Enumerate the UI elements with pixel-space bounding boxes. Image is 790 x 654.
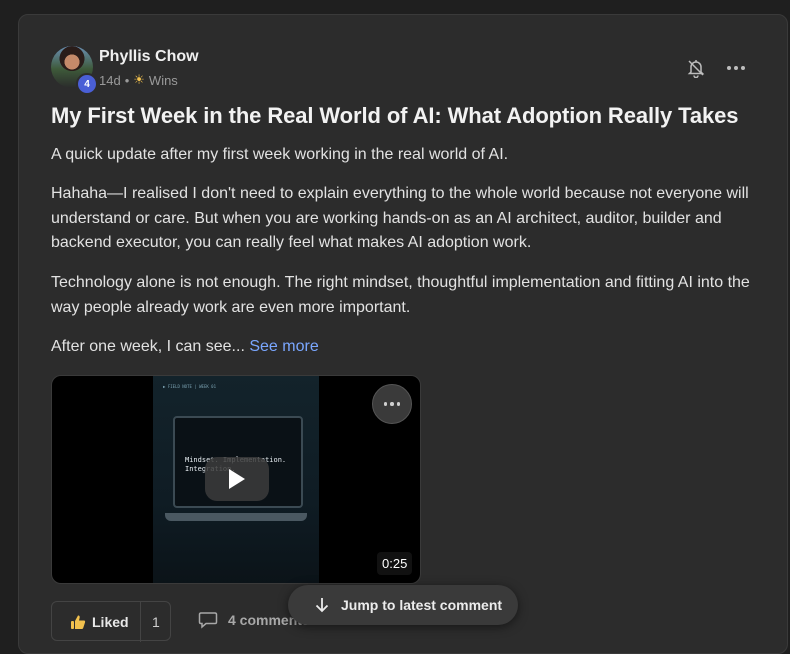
divider — [140, 602, 141, 642]
play-button[interactable] — [205, 457, 269, 501]
more-options-icon[interactable] — [725, 59, 747, 77]
post-title: My First Week in the Real World of AI: W… — [51, 103, 739, 128]
like-count[interactable]: 1 — [152, 614, 160, 630]
arrow-down-icon — [315, 598, 329, 613]
post-age: 14d — [99, 72, 121, 88]
play-icon — [229, 469, 245, 489]
level-badge: 4 — [76, 73, 98, 95]
liked-label: Liked — [92, 614, 129, 630]
jump-label: Jump to latest comment — [341, 597, 503, 613]
see-more-link[interactable]: See more — [249, 338, 318, 355]
video-duration: 0:25 — [377, 552, 413, 575]
post-category[interactable]: Wins — [149, 73, 178, 88]
video-caption: ▶ FIELD NOTE | WEEK 01 — [163, 384, 216, 389]
author-name[interactable]: Phyllis Chow — [99, 48, 199, 66]
post-paragraph-3: Technology alone is not enough. The righ… — [51, 274, 750, 316]
laptop-base — [165, 513, 307, 521]
comment-icon — [198, 612, 218, 629]
post-meta: 14d • ☀ Wins — [99, 72, 178, 88]
sun-icon: ☀ — [133, 72, 145, 87]
video-player[interactable]: ▶ FIELD NOTE | WEEK 01 Mindset. Implemen… — [51, 375, 421, 584]
post-paragraph-4: After one week, I can see... See more — [51, 335, 751, 360]
meta-separator: • — [124, 72, 130, 88]
post-paragraph-2: Hahaha—I realised I don't need to explai… — [51, 185, 749, 251]
thumbs-up-icon — [71, 615, 86, 629]
jump-to-latest-comment-button[interactable]: Jump to latest comment — [288, 585, 518, 625]
bell-off-icon[interactable] — [686, 58, 706, 79]
like-button[interactable]: Liked 1 — [51, 601, 171, 642]
video-more-button[interactable] — [372, 384, 412, 424]
truncated-text: After one week, I can see... — [51, 338, 245, 355]
post-paragraph-1: A quick update after my first week worki… — [51, 146, 509, 163]
